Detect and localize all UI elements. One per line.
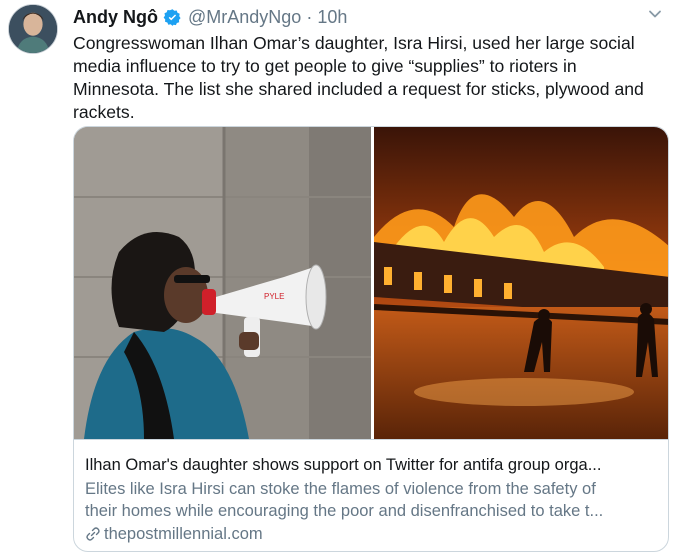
card-description-line: Elites like Isra Hirsi can stoke the fla…	[85, 480, 596, 498]
separator-dot: ·	[306, 6, 313, 27]
verified-badge-icon	[163, 8, 182, 27]
card-domain[interactable]: thepostmillennial.com	[85, 523, 659, 545]
tweet-text-line: Congresswoman Ilhan Omar’s daughter, Isr…	[73, 33, 635, 53]
tweet-text-line: Minnesota. The list she shared included …	[73, 79, 644, 99]
megaphone-photo: PYLE	[74, 127, 371, 439]
card-domain-text[interactable]: thepostmillennial.com	[104, 523, 263, 545]
tweet-text-line: rackets.	[73, 102, 135, 122]
link-preview-card[interactable]: PYLE Ilhan Omar's daughter shows support…	[73, 126, 669, 552]
card-media[interactable]: PYLE	[74, 127, 668, 439]
tweet-text-line: media influence to try to get people to …	[73, 56, 577, 76]
tweet-text: Congresswoman Ilhan Omar’s daughter, Isr…	[73, 32, 669, 124]
fire-photo	[374, 127, 668, 439]
card-title[interactable]: Ilhan Omar's daughter shows support on T…	[85, 454, 659, 476]
card-text[interactable]: Ilhan Omar's daughter shows support on T…	[74, 439, 668, 551]
card-description-line: their homes while encouraging the poor a…	[85, 502, 604, 520]
tweet-timestamp[interactable]: 10h	[317, 7, 347, 28]
link-icon	[85, 526, 101, 542]
chevron-down-icon[interactable]	[648, 7, 662, 21]
author-handle[interactable]: @MrAndyNgo	[188, 7, 301, 28]
tweet-header: Andy Ngô @MrAndyNgo · 10h	[73, 5, 660, 29]
avatar-image	[9, 5, 57, 53]
megaphone-brand-label: PYLE	[264, 292, 284, 301]
author-name[interactable]: Andy Ngô	[73, 7, 158, 28]
card-description: Elites like Isra Hirsi can stoke the fla…	[85, 478, 659, 522]
author-avatar[interactable]	[8, 4, 58, 54]
